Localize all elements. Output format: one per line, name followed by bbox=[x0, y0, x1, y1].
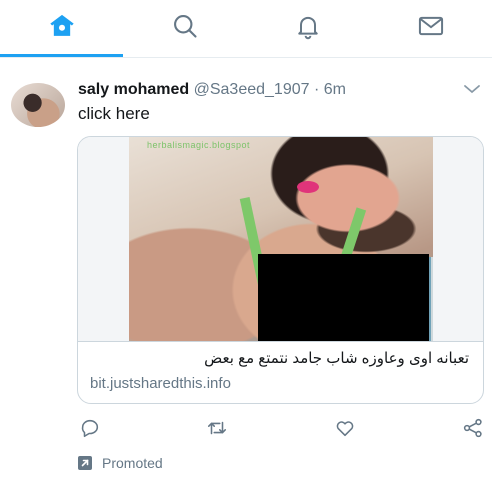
tab-messages[interactable] bbox=[369, 0, 492, 56]
top-nav bbox=[0, 0, 492, 58]
promoted-indicator[interactable]: Promoted bbox=[78, 454, 163, 472]
card-image[interactable]: herbalismagic.blogspot bbox=[78, 137, 483, 341]
avatar[interactable] bbox=[11, 83, 65, 127]
share-icon bbox=[462, 417, 484, 444]
home-icon bbox=[48, 12, 76, 45]
retweet-icon bbox=[206, 417, 228, 444]
bell-icon bbox=[294, 12, 322, 45]
display-name[interactable]: saly mohamed bbox=[78, 81, 189, 98]
handle[interactable]: @Sa3eed_1907 bbox=[194, 81, 310, 98]
image-watermark: herbalismagic.blogspot bbox=[147, 140, 251, 150]
reply-button[interactable] bbox=[78, 418, 102, 442]
retweet-button[interactable] bbox=[205, 418, 229, 442]
tab-search[interactable] bbox=[123, 0, 246, 56]
censor-box bbox=[258, 254, 429, 341]
reply-icon bbox=[79, 417, 101, 444]
promoted-label: Promoted bbox=[102, 455, 163, 471]
envelope-icon bbox=[417, 12, 445, 45]
tab-home[interactable] bbox=[0, 0, 123, 57]
card-divider bbox=[78, 341, 483, 342]
card-title: تعبانه اوى وعاوزه شاب جامد نتمتع مع بعض bbox=[204, 350, 469, 367]
separator: · bbox=[313, 81, 320, 98]
tweet-text: click here bbox=[78, 104, 150, 123]
timestamp[interactable]: 6m bbox=[324, 81, 346, 98]
heart-icon bbox=[334, 417, 356, 444]
tweet-header: saly mohamed @Sa3eed_1907 · 6m bbox=[78, 80, 346, 100]
card-photo: herbalismagic.blogspot bbox=[129, 137, 433, 341]
tab-notifications[interactable] bbox=[246, 0, 369, 56]
chevron-down-icon[interactable] bbox=[463, 82, 481, 96]
like-button[interactable] bbox=[333, 418, 357, 442]
photo-lips bbox=[297, 181, 319, 193]
active-tab-indicator bbox=[0, 54, 123, 57]
card-domain: bit.justsharedthis.info bbox=[90, 375, 231, 392]
promoted-icon bbox=[78, 456, 92, 470]
link-card[interactable]: herbalismagic.blogspot تعبانه اوى وعاوزه… bbox=[77, 136, 484, 404]
search-icon bbox=[171, 12, 199, 45]
share-button[interactable] bbox=[461, 418, 485, 442]
